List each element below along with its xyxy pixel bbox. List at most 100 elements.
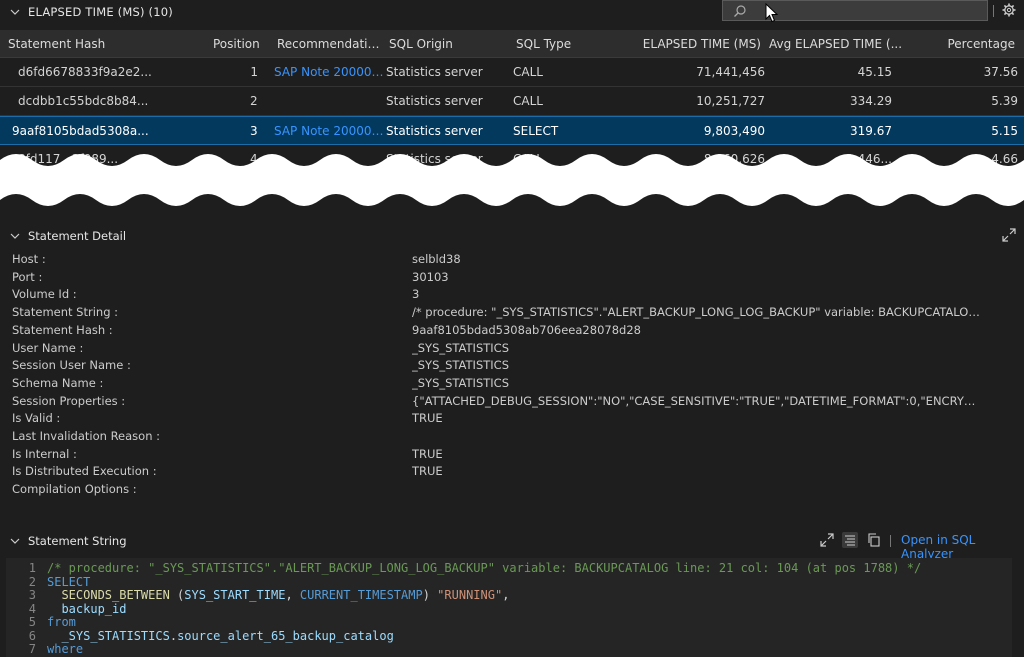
- detail-field-last-invalidation-reason: Last Invalidation Reason :: [0, 428, 1024, 446]
- code-token: ): [422, 588, 438, 602]
- chevron-down-icon[interactable]: [10, 7, 20, 17]
- field-value: _SYS_STATISTICS: [412, 375, 509, 390]
- gear-icon[interactable]: [1002, 3, 1016, 17]
- code-text: _SYS_STATISTICS.source_alert_65_backup_c…: [47, 628, 394, 643]
- cell-position: 1: [250, 65, 258, 79]
- code-text: SELECT: [47, 575, 90, 589]
- field-label: Session Properties :: [12, 393, 126, 408]
- field-label: Last Invalidation Reason :: [12, 429, 161, 443]
- cell-elapsed-time: 71,441,456: [696, 65, 765, 79]
- copy-icon[interactable]: [866, 532, 882, 548]
- code-token: SELECT: [47, 574, 91, 589]
- field-label: Compilation Options :: [12, 482, 137, 497]
- code-line[interactable]: 6 _SYS_STATISTICS.source_alert_65_backup…: [6, 629, 1012, 643]
- code-text: /* procedure: "_SYS_STATISTICS"."ALERT_B…: [47, 561, 921, 575]
- search-box[interactable]: [722, 0, 988, 21]
- chevron-down-icon[interactable]: [10, 231, 20, 241]
- table-row[interactable]: dcdbb1c55bdc8b84... 2 Statistics server …: [0, 87, 1024, 116]
- column-header-sql-origin[interactable]: SQL Origin: [389, 37, 499, 51]
- field-value: _SYS_STATISTICS: [412, 340, 509, 355]
- section-title: Statement String: [28, 534, 127, 548]
- table-header: Statement Hash Position Recommendation S…: [0, 30, 1024, 58]
- section-title: Statement Detail: [28, 229, 127, 243]
- field-value: TRUE: [412, 446, 443, 461]
- cell-sql-origin: Statistics server: [386, 124, 483, 138]
- maximize-icon[interactable]: [1002, 228, 1016, 242]
- divider: [993, 5, 994, 17]
- cell-statement-hash: dcdbb1c55bdc8b84...: [18, 94, 149, 108]
- line-number: 1: [28, 561, 36, 575]
- code-line[interactable]: 1 /* procedure: "_SYS_STATISTICS"."ALERT_…: [6, 561, 1012, 575]
- detail-field-is-internal: Is Internal : TRUE: [0, 446, 1024, 464]
- cell-percentage: 5.15: [991, 124, 1018, 138]
- code-token: CURRENT_TIMESTAMP: [299, 588, 423, 602]
- cell-sql-type: CALL: [513, 94, 543, 108]
- detail-field-session-user-name: Session User Name : _SYS_STATISTICS: [0, 357, 1024, 375]
- field-label: Statement String :: [12, 305, 119, 320]
- field-label: Port :: [12, 269, 43, 284]
- code-token: SECONDS_BETWEEN: [47, 588, 178, 602]
- column-header-avg-elapsed-time[interactable]: Avg ELAPSED TIME (...: [769, 37, 909, 51]
- field-value: TRUE: [412, 411, 443, 426]
- field-value: 30103: [412, 269, 449, 284]
- column-header-statement-hash[interactable]: Statement Hash: [8, 37, 198, 51]
- cell-elapsed-time: 10,251,727: [696, 94, 765, 108]
- section-title: ELAPSED TIME (MS) (10): [28, 5, 173, 19]
- code-line[interactable]: 2 SELECT: [6, 575, 1012, 589]
- mouse-pointer-icon: [765, 3, 779, 23]
- detail-field-statement-hash: Statement Hash : 9aaf8105bdad5308ab706ee…: [0, 322, 1024, 340]
- detail-field-volume-id: Volume Id : 3: [0, 286, 1024, 304]
- field-value: /* procedure: "_SYS_STATISTICS"."ALERT_B…: [412, 305, 982, 320]
- code-line[interactable]: 5 from: [6, 615, 1012, 629]
- code-token: SYS_START_TIME: [184, 588, 286, 602]
- sap-note-link[interactable]: SAP Note 2000002: [274, 65, 384, 79]
- field-value: 3: [412, 287, 420, 302]
- divider: [890, 535, 891, 547]
- code-token: backup_id: [47, 601, 127, 616]
- code-token: /* procedure: "_SYS_STATISTICS"."ALERT_B…: [47, 561, 922, 575]
- cell-sql-origin: Statistics server: [386, 94, 483, 108]
- open-in-sql-analyzer-link[interactable]: Open in SQL Analyzer: [901, 533, 1024, 561]
- column-header-elapsed-time[interactable]: ELAPSED TIME (MS): [630, 37, 761, 51]
- cell-sql-type: CALL: [513, 65, 543, 79]
- code-text: from: [47, 615, 76, 629]
- format-text-icon[interactable]: [842, 532, 858, 548]
- cell-avg-elapsed-time: 45.15: [857, 65, 892, 79]
- detail-field-session-properties: Session Properties : {"ATTACHED_DEBUG_SE…: [0, 393, 1024, 411]
- code-token: from: [47, 615, 76, 629]
- column-header-recommendation[interactable]: Recommendation: [277, 37, 382, 51]
- code-line[interactable]: 3 SECONDS_BETWEEN (SYS_START_TIME, CURRE…: [6, 588, 1012, 602]
- cell-sql-origin: Statistics server: [386, 65, 483, 79]
- code-line[interactable]: 4 backup_id: [6, 602, 1012, 616]
- code-text: where: [47, 642, 83, 656]
- code-token: ,: [502, 588, 510, 602]
- field-value: 9aaf8105bdad5308ab706eea28078d28: [412, 322, 641, 337]
- field-value: selbld38: [412, 252, 461, 266]
- field-label: Is Distributed Execution :: [12, 464, 157, 479]
- statement-detail-section-header[interactable]: Statement Detail: [0, 224, 1024, 248]
- cell-avg-elapsed-time: 334.29: [850, 94, 892, 108]
- code-editor[interactable]: 1 /* procedure: "_SYS_STATISTICS"."ALERT_…: [6, 558, 1012, 657]
- search-input[interactable]: [753, 2, 983, 19]
- cell-statement-hash: 9aaf8105bdad5308a...: [12, 124, 149, 138]
- detail-field-host: Host : selbld38: [0, 251, 1024, 269]
- column-header-sql-type[interactable]: SQL Type: [516, 37, 616, 51]
- torn-edge: [0, 154, 1024, 218]
- sap-note-link[interactable]: SAP Note 2000002: [274, 124, 384, 138]
- table-row-selected[interactable]: 9aaf8105bdad5308a... 3 SAP Note 2000002 …: [0, 116, 1024, 145]
- column-header-percentage[interactable]: Percentage: [920, 37, 1015, 51]
- detail-field-is-distributed-execution: Is Distributed Execution : TRUE: [0, 463, 1024, 481]
- field-label: Session User Name :: [12, 358, 131, 373]
- code-token: source_alert_65_backup_catalog: [177, 628, 394, 643]
- cell-percentage: 37.56: [983, 65, 1018, 79]
- field-label: Schema Name :: [12, 375, 104, 390]
- code-line[interactable]: 7 where: [6, 642, 1012, 656]
- chevron-down-icon[interactable]: [10, 536, 20, 546]
- code-token: _SYS_STATISTICS: [47, 628, 170, 643]
- detail-field-statement-string: Statement String : /* procedure: "_SYS_S…: [0, 304, 1024, 322]
- column-header-position[interactable]: Position: [213, 37, 263, 51]
- code-token: .: [169, 628, 178, 643]
- maximize-icon[interactable]: [819, 532, 835, 548]
- line-number: 4: [28, 601, 36, 616]
- table-row[interactable]: d6fd6678833f9a2e2... 1 SAP Note 2000002 …: [0, 58, 1024, 87]
